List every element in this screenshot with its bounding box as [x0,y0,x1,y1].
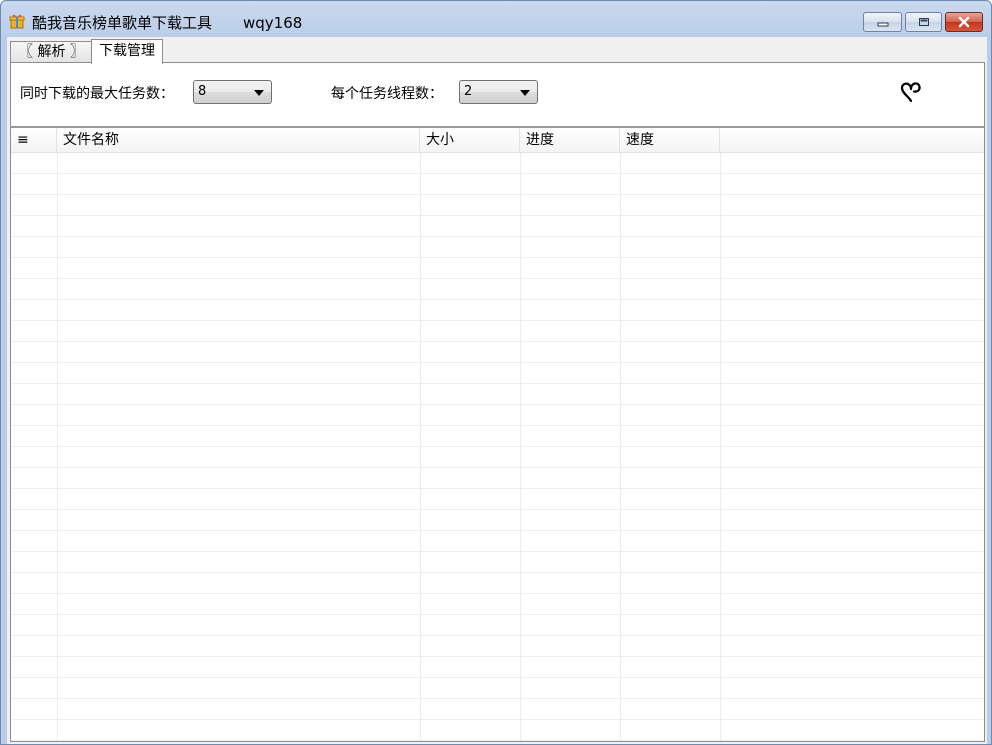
threads-value: 2 [464,84,473,99]
download-table[interactable]: ≡ 文件名称 大小 进度 速度 [11,126,984,741]
column-header-filler [720,128,984,152]
column-header-menu[interactable]: ≡ [11,128,57,152]
column-header-size[interactable]: 大小 [420,128,520,152]
tab-download-manager[interactable]: 下载管理 [91,39,163,64]
column-divider [520,153,521,741]
max-tasks-value: 8 [198,84,207,99]
app-window: 酷我音乐榜单歌单下载工具 wqy168 〖 解析 〗 下载管理 同时下载的最大任… [0,0,992,745]
minimize-icon [877,22,888,27]
table-header: ≡ 文件名称 大小 进度 速度 [11,128,984,153]
max-tasks-label: 同时下载的最大任务数： [20,86,174,102]
window-title: 酷我音乐榜单歌单下载工具 [32,14,213,32]
column-divider [57,153,58,741]
tab-parse[interactable]: 〖 解析 〗 [10,41,93,62]
heart-icon[interactable] [899,81,923,107]
chevron-down-icon [254,90,264,96]
table-body[interactable] [11,153,984,741]
threads-label: 每个任务线程数： [331,86,443,102]
column-header-speed[interactable]: 速度 [620,128,720,152]
maximize-button[interactable] [905,12,942,32]
column-divider [620,153,621,741]
column-header-file-name[interactable]: 文件名称 [57,128,420,152]
title-bar[interactable]: 酷我音乐榜单歌单下载工具 wqy168 [1,1,991,37]
threads-dropdown[interactable]: 2 [459,80,538,104]
download-manager-panel: 同时下载的最大任务数： 8 每个任务线程数： 2 ≡ 文件名称 大小 进度 速度 [10,62,985,742]
close-button[interactable] [945,12,983,32]
download-settings: 同时下载的最大任务数： 8 每个任务线程数： 2 [11,63,984,125]
window-title-author: wqy168 [243,14,303,32]
client-area: 〖 解析 〗 下载管理 同时下载的最大任务数： 8 每个任务线程数： 2 ≡ 文… [7,37,987,744]
column-divider [420,153,421,741]
maximize-icon [918,18,929,26]
max-tasks-dropdown[interactable]: 8 [193,80,272,104]
minimize-button[interactable] [863,12,902,32]
gift-box-icon [9,13,25,29]
tab-strip: 〖 解析 〗 下载管理 [7,39,987,64]
close-icon [958,16,970,28]
column-header-progress[interactable]: 进度 [520,128,620,152]
column-divider [720,153,721,741]
chevron-down-icon [520,90,530,96]
